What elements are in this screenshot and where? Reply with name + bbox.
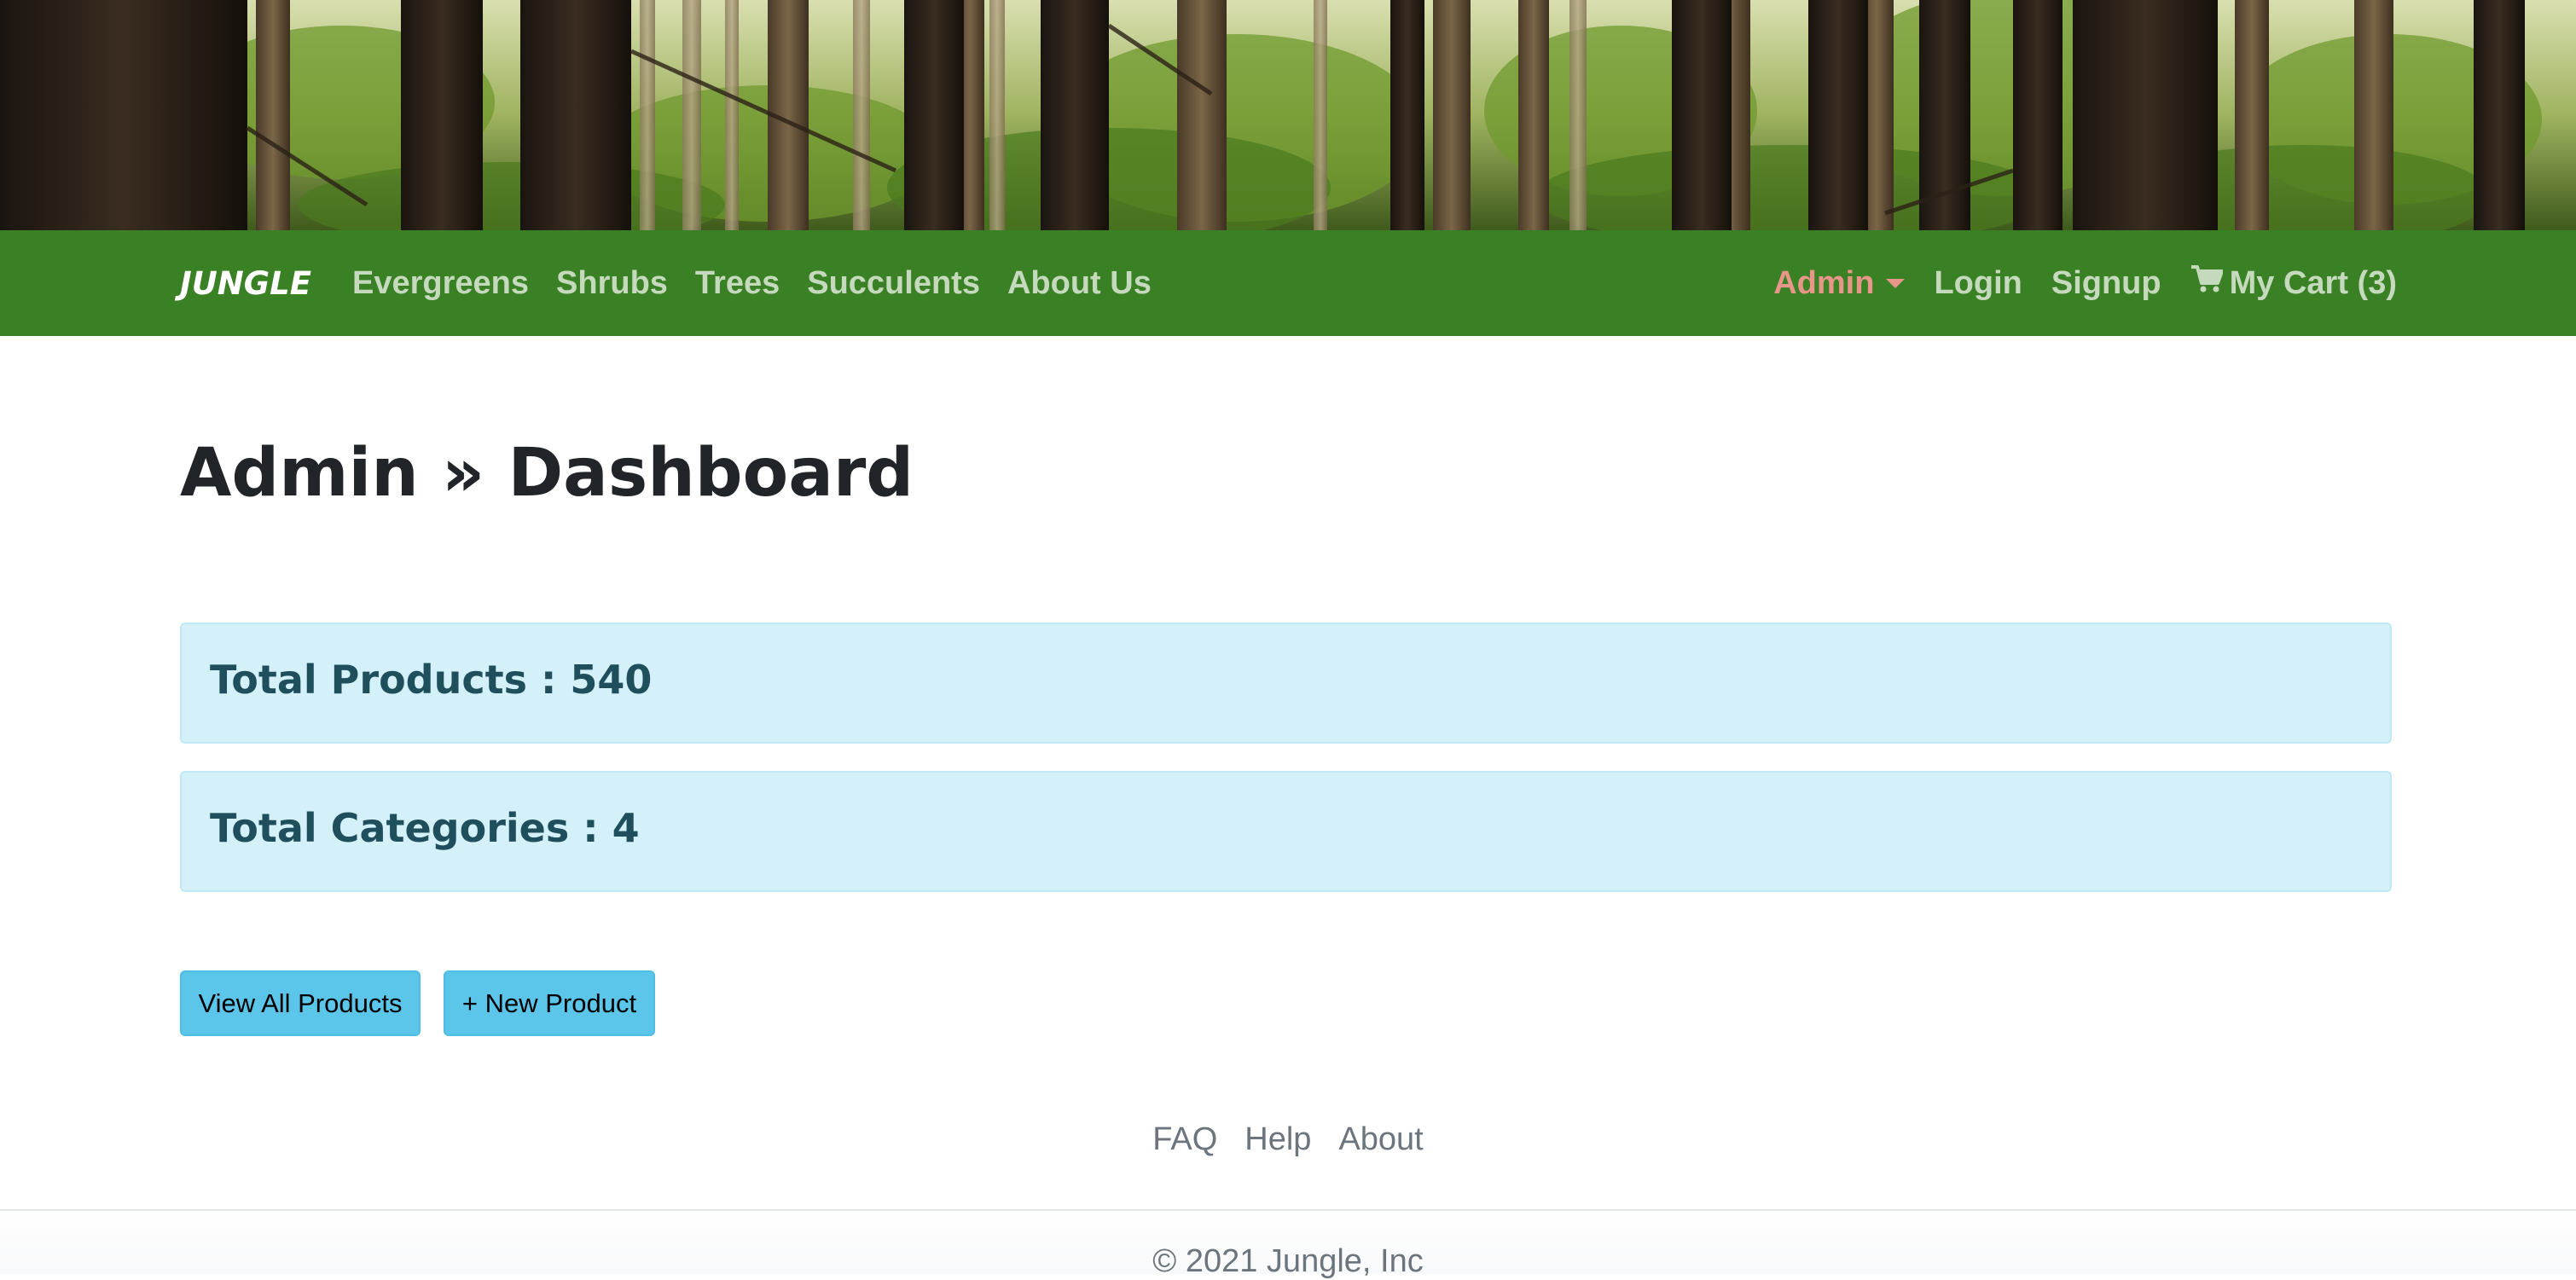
nav-link-about-us[interactable]: About Us — [1007, 265, 1152, 302]
total-categories-card: Total Categories : 4 — [180, 771, 2392, 892]
nav-link-trees[interactable]: Trees — [695, 265, 780, 302]
main-navbar: Jungle Evergreens Shrubs Trees Succulent… — [0, 230, 2576, 336]
admin-dropdown[interactable]: Admin — [1773, 264, 1906, 302]
total-products-card: Total Products : 540 — [180, 623, 2392, 744]
nav-link-shrubs[interactable]: Shrubs — [556, 265, 668, 302]
nav-link-evergreens[interactable]: Evergreens — [352, 265, 529, 302]
brand-logo[interactable]: Jungle — [180, 265, 311, 302]
admin-dropdown-label: Admin — [1773, 264, 1875, 301]
footer-link-about[interactable]: About — [1338, 1121, 1423, 1158]
hero-banner — [0, 0, 2576, 230]
nav-link-succulents[interactable]: Succulents — [807, 265, 980, 302]
signup-link[interactable]: Signup — [2051, 265, 2161, 302]
copyright-text: © 2021 Jungle, Inc — [1152, 1243, 1424, 1279]
shopping-cart-icon — [2190, 264, 2224, 302]
caret-down-icon — [1886, 278, 1906, 288]
total-categories-text: Total Categories : 4 — [210, 805, 640, 851]
new-product-button[interactable]: + New Product — [444, 970, 655, 1036]
my-cart-link[interactable]: My Cart (3) — [2190, 264, 2397, 302]
forest-banner-image — [0, 0, 2576, 230]
navbar-right: Admin Login Signup My Cart (3) — [1744, 264, 2397, 302]
navbar-left: Jungle Evergreens Shrubs Trees Succulent… — [180, 265, 1179, 302]
navbar-container: Jungle Evergreens Shrubs Trees Succulent… — [180, 230, 2397, 336]
login-link[interactable]: Login — [1934, 265, 2022, 302]
view-all-products-button[interactable]: View All Products — [180, 970, 421, 1036]
total-products-text: Total Products : 540 — [210, 657, 653, 703]
footer-link-help[interactable]: Help — [1244, 1121, 1311, 1158]
page-title: Admin » Dashboard — [180, 435, 914, 512]
footer-links: FAQ Help About — [0, 1121, 2576, 1158]
footer-link-faq[interactable]: FAQ — [1152, 1121, 1217, 1158]
my-cart-label: My Cart (3) — [2229, 264, 2397, 301]
